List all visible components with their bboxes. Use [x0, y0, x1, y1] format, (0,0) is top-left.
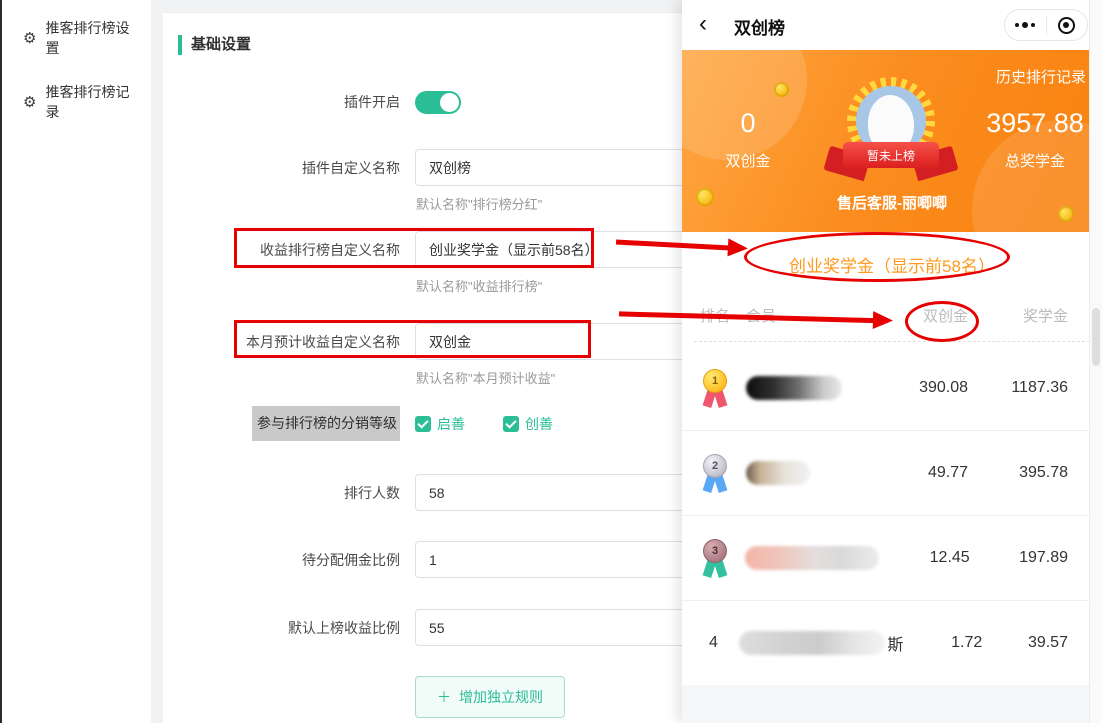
admin-page: ⚙ 推客排行榜设置 ⚙ 推客排行榜记录 基础设置 插件开启 插件自定义名称 默认… [0, 0, 1102, 723]
my-score-stat: 0 双创金 [700, 108, 796, 171]
plus-icon: ＋ [437, 689, 451, 705]
more-menu-icon[interactable] [1005, 22, 1046, 28]
row-scholarship: 1187.36 [1011, 378, 1068, 396]
header-rank: 排名 [700, 307, 731, 325]
scrollbar-track[interactable] [1089, 0, 1102, 723]
add-rule-button-label: 增加独立规则 [459, 689, 543, 705]
sidebar-item-label: 推客排行榜设置 [45, 20, 130, 56]
not-ranked-badge-label: 暂未上榜 [843, 142, 939, 168]
plugin-switch-row: 插件开启 [163, 87, 461, 114]
close-target-icon[interactable] [1047, 16, 1088, 34]
header-score: 双创金 [922, 307, 968, 325]
total-scholarship-stat: 3957.88 总奖学金 [970, 108, 1100, 171]
add-rule-button[interactable]: ＋ 增加独立规则 [415, 676, 565, 718]
back-icon[interactable]: ‹ [699, 9, 707, 39]
user-nickname: 售后客服-丽唧唧 [837, 195, 947, 212]
leaderboard-list-title: 创业奖学金（显示前58名） [789, 256, 995, 276]
coin-icon [774, 82, 789, 97]
total-scholarship-value: 3957.88 [986, 108, 1084, 138]
history-rank-link[interactable]: 历史排行记录 [996, 66, 1086, 87]
levels-label: 参与排行榜的分销等级 [252, 406, 400, 441]
phone-header: ‹ 双创榜 [682, 0, 1102, 50]
sidebar-item-label: 推客排行榜记录 [45, 84, 130, 120]
level-label: 创善 [525, 416, 553, 432]
plugin-name-label: 插件自定义名称 [302, 160, 400, 176]
leaderboard-banner: 历史排行记录 0 双创金 3957.88 总奖学金 暂未上榜 售后客服-丽唧唧 [682, 50, 1102, 232]
phone-preview: ‹ 双创榜 历史排行记录 0 双创金 3957.88 总奖学金 暂未上榜 售后客… [682, 0, 1102, 723]
blurred-member-name [746, 375, 842, 400]
add-rule-row: ＋ 增加独立规则 [415, 676, 565, 718]
level-label: 启善 [437, 416, 465, 432]
phone-footer-area [682, 685, 1102, 723]
row-score: 1.72 [951, 634, 983, 651]
phone-title: 双创榜 [734, 19, 785, 38]
levels-row: 参与排行榜的分销等级 启善 创善 [163, 406, 591, 441]
scrollbar-thumb[interactable] [1092, 308, 1100, 366]
blurred-member-name [739, 631, 886, 655]
header-scholarship: 奖学金 [1022, 307, 1068, 325]
checkbox-checked-icon [415, 416, 431, 432]
level-checkbox-qishan[interactable]: 启善 [415, 414, 465, 434]
row-scholarship: 197.89 [1019, 549, 1068, 566]
sidebar-item-ranking-settings[interactable]: ⚙ 推客排行榜设置 [2, 6, 151, 70]
level-checkbox-chuangshan[interactable]: 创善 [503, 414, 553, 434]
income-rank-name-label: 收益排行榜自定义名称 [260, 242, 400, 258]
rank-number: 4 [709, 634, 718, 651]
sidebar-item-ranking-records[interactable]: ⚙ 推客排行榜记录 [2, 70, 151, 134]
commission-ratio-label: 待分配佣金比例 [302, 552, 400, 568]
blurred-member-name [746, 461, 810, 485]
my-score-label: 双创金 [725, 153, 771, 170]
leaderboard-table-header: 排名 会员 双创金 奖学金 [682, 297, 1102, 333]
table-row: 2 49.77 395.78 [682, 430, 1102, 515]
table-row: 3 12.45 197.89 [682, 515, 1102, 600]
row-scholarship: 395.78 [1019, 464, 1068, 481]
gear-icon: ⚙ [23, 93, 37, 111]
checkbox-checked-icon [503, 416, 519, 432]
header-member: 会员 [746, 307, 777, 325]
row-score: 12.45 [929, 549, 970, 566]
sidebar: ⚙ 推客排行榜设置 ⚙ 推客排行榜记录 [2, 0, 151, 723]
rank-count-label: 排行人数 [344, 485, 400, 501]
default-income-ratio-label: 默认上榜收益比例 [288, 620, 400, 636]
member-name-suffix: 斯 [887, 637, 904, 654]
month-income-name-label: 本月预计收益自定义名称 [246, 334, 400, 350]
row-score: 390.08 [919, 378, 968, 396]
silver-medal-icon: 2 [701, 454, 729, 493]
plugin-switch-toggle[interactable] [415, 91, 461, 114]
blurred-member-name [745, 546, 880, 570]
section-title: 基础设置 [178, 35, 251, 55]
table-row: 1 390.08 1187.36 [682, 345, 1102, 430]
row-score: 49.77 [927, 464, 968, 481]
my-score-value: 0 [740, 108, 756, 138]
not-ranked-badge: 暂未上榜 [823, 142, 959, 184]
leaderboard-rows: 1 390.08 1187.36 2 49.77 395.78 3 12.45 … [682, 345, 1102, 685]
gold-medal-icon: 1 [701, 368, 729, 408]
plugin-switch-label: 插件开启 [344, 94, 400, 110]
bronze-medal-icon: 3 [701, 539, 729, 578]
dashed-divider [694, 341, 1090, 342]
table-row: 4 斯 1.72 39.57 [682, 600, 1102, 685]
total-scholarship-label: 总奖学金 [1004, 153, 1065, 170]
gear-icon: ⚙ [23, 29, 37, 47]
miniprogram-capsule [1004, 9, 1088, 41]
row-scholarship: 39.57 [1027, 634, 1068, 651]
